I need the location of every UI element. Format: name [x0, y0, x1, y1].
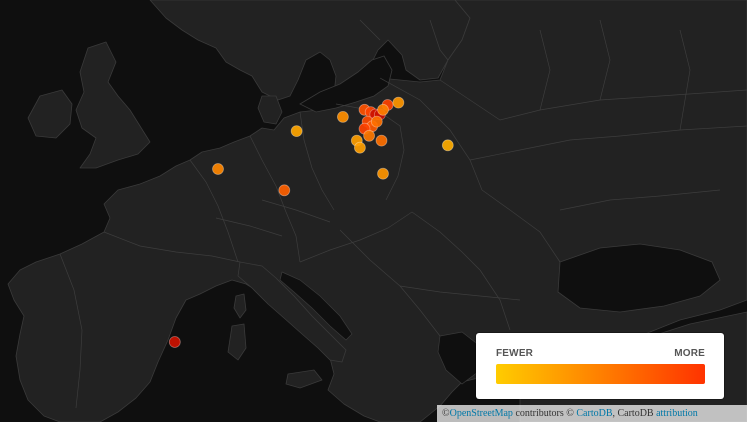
map-attribution: ©OpenStreetMap contributors © CartoDB, C… [437, 405, 747, 422]
map-point-21[interactable] [168, 336, 181, 348]
attribution-link[interactable]: attribution [656, 408, 698, 419]
map-view[interactable]: FEWER MORE ©OpenStreetMap contributors ©… [0, 0, 747, 422]
map-point-3[interactable] [336, 111, 349, 123]
map-point-17[interactable] [375, 134, 388, 147]
map-point-13[interactable] [392, 96, 405, 109]
osm-link[interactable]: OpenStreetMap [450, 408, 513, 419]
attribution-cartodb-text: , CartoDB [612, 408, 654, 419]
attribution-contributors: contributors © [515, 408, 574, 419]
legend-more-label: MORE [674, 348, 705, 359]
map-point-0[interactable] [212, 163, 224, 175]
map-point-2[interactable] [278, 184, 291, 197]
legend-fewer-label: FEWER [496, 348, 534, 359]
map-point-1[interactable] [290, 125, 303, 138]
cartodb-link[interactable]: CartoDB [576, 408, 612, 419]
attribution-prefix: © [442, 408, 450, 419]
map-point-18[interactable] [353, 141, 366, 154]
map-point-15[interactable] [363, 129, 376, 142]
map-point-10[interactable] [370, 115, 383, 128]
map-legend: FEWER MORE [476, 333, 724, 399]
map-point-20[interactable] [441, 139, 454, 152]
map-point-19[interactable] [377, 167, 389, 180]
map-point-14[interactable] [377, 103, 389, 116]
legend-gradient-bar [496, 364, 705, 384]
